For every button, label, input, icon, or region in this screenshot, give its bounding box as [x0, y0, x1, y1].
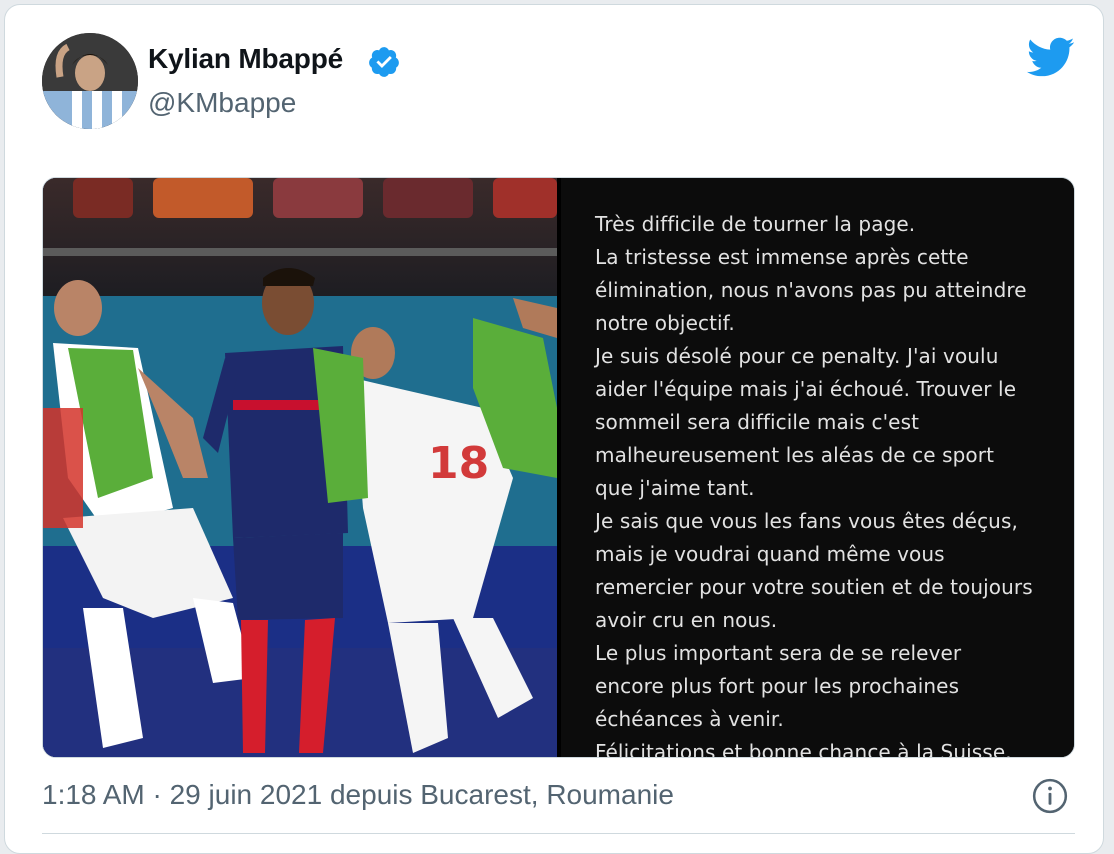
- statement-line: remercier pour votre soutien et de toujo…: [595, 575, 1033, 599]
- author-handle[interactable]: @KMbappe: [148, 87, 296, 119]
- statement-line: encore plus fort pour les prochaines: [595, 674, 960, 698]
- statement-line: élimination, nous n'avons pas pu atteind…: [595, 278, 1027, 302]
- divider: [42, 833, 1075, 834]
- statement-line: mais je voudrai quand même vous: [595, 542, 945, 566]
- statement-line: Je suis désolé pour ce penalty. J'ai vou…: [595, 344, 999, 368]
- statement-line: Je sais que vous les fans vous êtes déçu…: [595, 509, 1018, 533]
- tweet-timestamp[interactable]: 1:18 AM · 29 juin 2021 depuis Bucarest, …: [42, 779, 674, 811]
- statement-line: aider l'équipe mais j'ai échoué. Trouver…: [595, 377, 1017, 401]
- statement-line: que j'aime tant.: [595, 476, 755, 500]
- tweet-card: Kylian Mbappé @KMbappe 18 Très difficile…: [4, 4, 1104, 854]
- twitter-bird-icon[interactable]: [1025, 35, 1075, 79]
- statement-line: La tristesse est immense après cette: [595, 245, 969, 269]
- avatar[interactable]: [42, 33, 138, 129]
- verified-badge-icon: [367, 45, 401, 79]
- info-icon[interactable]: [1031, 777, 1069, 815]
- svg-text:18: 18: [428, 438, 489, 489]
- statement-line: notre objectif.: [595, 311, 735, 335]
- statement-text: Très difficile de tourner la page. La tri…: [595, 208, 1055, 758]
- match-photo[interactable]: 18: [43, 178, 557, 757]
- statement-line: Très difficile de tourner la page.: [595, 212, 916, 236]
- statement-line: Félicitations et bonne chance à la Suiss…: [595, 740, 1012, 758]
- tweet-media: 18 Très difficile de tourner la page. La …: [42, 177, 1075, 758]
- statement-line: avoir cru en nous.: [595, 608, 778, 632]
- statement-line: Le plus important sera de se relever: [595, 641, 962, 665]
- statement-line: malheureusement les aléas de ce sport: [595, 443, 995, 467]
- statement-image[interactable]: Très difficile de tourner la page. La tri…: [561, 178, 1074, 758]
- statement-line: sommeil sera difficile mais c'est: [595, 410, 920, 434]
- author-name[interactable]: Kylian Mbappé: [148, 43, 343, 75]
- statement-line: échéances à venir.: [595, 707, 784, 731]
